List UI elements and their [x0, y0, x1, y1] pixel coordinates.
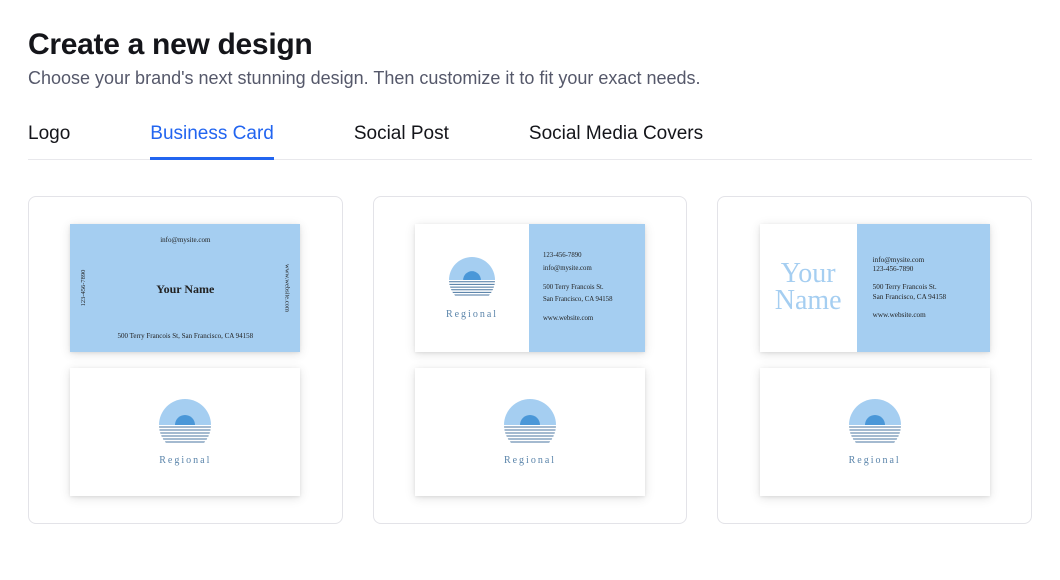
card2-back: Regional — [415, 368, 645, 496]
regional-logo-icon — [849, 399, 901, 451]
card2-brand-back: Regional — [504, 455, 556, 466]
page-subtitle: Choose your brand's next stunning design… — [28, 68, 1032, 89]
card2-addr2: San Francisco, CA 94158 — [543, 296, 645, 305]
card3-email: info@mysite.com — [873, 256, 990, 266]
card1-brand: Regional — [159, 455, 211, 466]
card2-front: Regional 123-456-7890 info@mysite.com 50… — [415, 224, 645, 352]
card1-back: Regional — [70, 368, 300, 496]
card2-email: info@mysite.com — [543, 265, 645, 274]
card1-email: info@mysite.com — [70, 236, 300, 244]
card3-phone: 123-456-7890 — [873, 265, 990, 275]
card2-phone: 123-456-7890 — [543, 252, 645, 261]
card3-name-line2: Name — [775, 288, 842, 315]
card3-addr2: San Francisco, CA 94158 — [873, 293, 990, 303]
regional-logo-icon — [159, 399, 211, 451]
card1-name: Your Name — [70, 282, 300, 297]
card3-brand-back: Regional — [849, 455, 901, 466]
card3-front: Your Name info@mysite.com 123-456-7890 5… — [760, 224, 990, 352]
regional-logo-icon — [449, 257, 495, 303]
template-card-1[interactable]: info@mysite.com 123-456-7890 Your Name w… — [28, 196, 343, 524]
card1-address: 500 Terry Francois St, San Francisco, CA… — [70, 332, 300, 340]
card3-addr1: 500 Terry Francois St. — [873, 283, 990, 293]
template-card-2[interactable]: Regional 123-456-7890 info@mysite.com 50… — [373, 196, 688, 524]
page-title: Create a new design — [28, 28, 1032, 62]
card2-website: www.website.com — [543, 315, 645, 324]
card3-website: www.website.com — [873, 311, 990, 321]
card3-name-line1: Your — [775, 261, 842, 288]
tab-social-post[interactable]: Social Post — [354, 123, 449, 159]
template-grid: info@mysite.com 123-456-7890 Your Name w… — [28, 196, 1032, 524]
tabs-bar: Logo Business Card Social Post Social Me… — [28, 123, 1032, 160]
tab-social-media-covers[interactable]: Social Media Covers — [529, 123, 703, 159]
tab-logo[interactable]: Logo — [28, 123, 70, 159]
card2-addr1: 500 Terry Francois St. — [543, 284, 645, 293]
card2-brand: Regional — [446, 309, 498, 320]
regional-logo-icon — [504, 399, 556, 451]
card3-name: Your Name — [775, 261, 842, 314]
card1-website: www.website.com — [283, 264, 290, 312]
tab-business-card[interactable]: Business Card — [150, 123, 274, 159]
template-card-3[interactable]: Your Name info@mysite.com 123-456-7890 5… — [717, 196, 1032, 524]
card3-back: Regional — [760, 368, 990, 496]
card1-front: info@mysite.com 123-456-7890 Your Name w… — [70, 224, 300, 352]
